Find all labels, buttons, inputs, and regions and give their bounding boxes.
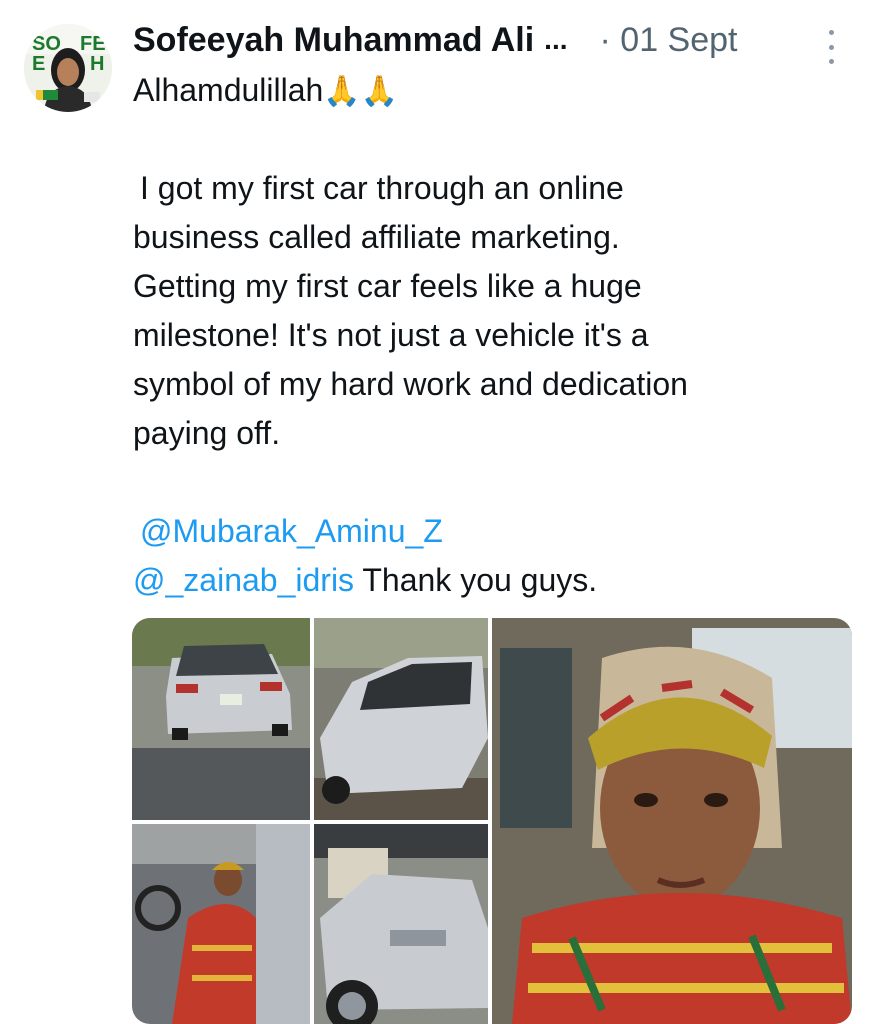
tweet-header: Sofeeyah Muhammad Ali ... · 01 Sept — [133, 18, 853, 62]
svg-text:E: E — [32, 53, 45, 75]
praying-hands-emoji: 🙏🙏 — [323, 75, 399, 108]
media-grid[interactable] — [132, 618, 852, 1024]
closing-text: Thank you guys. — [354, 562, 598, 598]
text-line: milestone! It's not just a vehicle it's … — [133, 317, 649, 353]
photo-car-rear[interactable] — [132, 618, 310, 820]
text-line: symbol of my hard work and dedication — [133, 366, 688, 402]
tweet-text: Alhamdulillah🙏🙏 I got my first car throu… — [133, 66, 853, 605]
text-line: I got my first car through an online — [133, 164, 853, 213]
more-options-icon[interactable] — [826, 30, 836, 64]
mention-link[interactable]: @Mubarak_Aminu_Z — [133, 513, 443, 549]
text-line: paying off. — [133, 415, 281, 451]
tweet-meta: · 01 Sept — [600, 21, 738, 60]
author-display-name[interactable]: Sofeeyah Muhammad Ali — [133, 21, 534, 60]
tweet-date[interactable]: 01 Sept — [620, 21, 737, 59]
svg-text:H: H — [90, 53, 104, 75]
text-line-1: Alhamdulillah — [133, 72, 324, 108]
text-line: @_zainab_idris Thank you guys. — [133, 556, 853, 605]
text-line: business called affiliate marketing. — [133, 219, 620, 255]
photo-car-side[interactable] — [314, 618, 488, 820]
text-line-3: I got my first car through an online — [140, 170, 624, 206]
tweet-card[interactable]: SO FE E H Sofeeyah Muhammad Ali ... · 01… — [0, 0, 878, 1024]
photo-car-front[interactable] — [314, 824, 488, 1024]
photo-woman-in-car[interactable] — [132, 824, 310, 1024]
meta-separator: · — [599, 20, 611, 59]
name-truncation: ... — [544, 24, 568, 55]
svg-text:SO: SO — [32, 33, 61, 55]
text-line: Alhamdulillah🙏🙏 — [133, 66, 853, 115]
text-line: Getting my first car feels like a huge — [133, 268, 642, 304]
mention-link[interactable]: @_zainab_idris — [133, 562, 354, 598]
photo-selfie[interactable] — [492, 618, 852, 1024]
svg-text:FE: FE — [80, 33, 106, 55]
text-line: @Mubarak_Aminu_Z — [133, 507, 853, 556]
avatar[interactable]: SO FE E H — [24, 24, 112, 112]
